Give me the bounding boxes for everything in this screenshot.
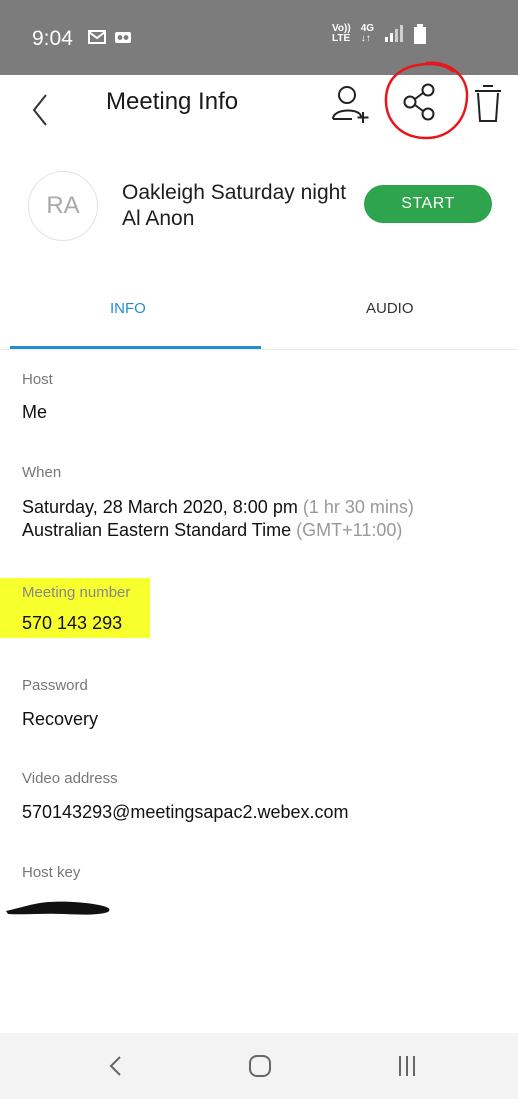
nav-home-icon[interactable] bbox=[245, 1051, 275, 1081]
when-timezone: Australian Eastern Standard Time bbox=[22, 520, 292, 540]
when-date: Saturday, 28 March 2020, 8:00 pm bbox=[22, 497, 298, 517]
status-time: 9:04 bbox=[32, 27, 73, 50]
when-label: When bbox=[22, 464, 62, 481]
password-label: Password bbox=[22, 677, 88, 694]
share-icon[interactable] bbox=[398, 79, 444, 125]
header: Meeting Info bbox=[0, 75, 518, 155]
start-button[interactable]: START bbox=[364, 185, 492, 223]
page-title: Meeting Info bbox=[106, 88, 239, 115]
status-right-icons: Vo)) LTE 4G ↓↑ bbox=[332, 24, 427, 44]
video-address-label: Video address bbox=[22, 770, 118, 787]
network-indicator: 4G ↓↑ bbox=[361, 24, 374, 44]
back-button[interactable] bbox=[26, 85, 58, 135]
tab-active-indicator bbox=[10, 346, 261, 349]
host-key-redaction bbox=[6, 901, 110, 915]
meeting-number-label: Meeting number bbox=[22, 584, 131, 601]
trash-icon[interactable] bbox=[472, 81, 504, 125]
tab-audio[interactable]: AUDIO bbox=[366, 300, 414, 317]
nav-back-icon[interactable] bbox=[101, 1051, 131, 1081]
mail-icon bbox=[88, 30, 106, 44]
nav-recents-icon[interactable] bbox=[392, 1051, 422, 1081]
host-value: Me bbox=[22, 402, 48, 422]
add-participant-icon[interactable] bbox=[330, 82, 372, 124]
status-left-icons bbox=[88, 28, 132, 46]
tab-info[interactable]: INFO bbox=[110, 300, 146, 317]
when-gmt: (GMT+11:00) bbox=[296, 520, 403, 540]
status-bar: 9:04 Vo)) LTE 4G ↓↑ bbox=[0, 0, 518, 75]
meeting-name: Oakleigh Saturday night Al Anon bbox=[122, 181, 347, 230]
password-value: Recovery bbox=[22, 709, 99, 729]
when-duration: (1 hr 30 mins) bbox=[302, 497, 414, 517]
video-address-value: 570143293@meetingsapac2.webex.com bbox=[22, 802, 349, 822]
tab-divider bbox=[0, 349, 518, 350]
signal-icon bbox=[385, 25, 404, 42]
navigation-bar bbox=[0, 1033, 518, 1099]
voicemail-icon bbox=[115, 32, 131, 43]
network-arrows: ↓↑ bbox=[360, 33, 371, 44]
meeting-number-value: 570 143 293 bbox=[22, 613, 123, 633]
avatar: RA bbox=[28, 171, 98, 241]
battery-icon bbox=[414, 24, 427, 44]
volte-label-bottom: LTE bbox=[332, 33, 351, 44]
when-timezone-line: Australian Eastern Standard Time (GMT+11… bbox=[22, 520, 402, 541]
host-key-label: Host key bbox=[22, 864, 81, 881]
volte-indicator: Vo)) LTE bbox=[332, 24, 351, 44]
when-date-line: Saturday, 28 March 2020, 8:00 pm (1 hr 3… bbox=[22, 497, 414, 518]
host-label: Host bbox=[22, 371, 53, 388]
